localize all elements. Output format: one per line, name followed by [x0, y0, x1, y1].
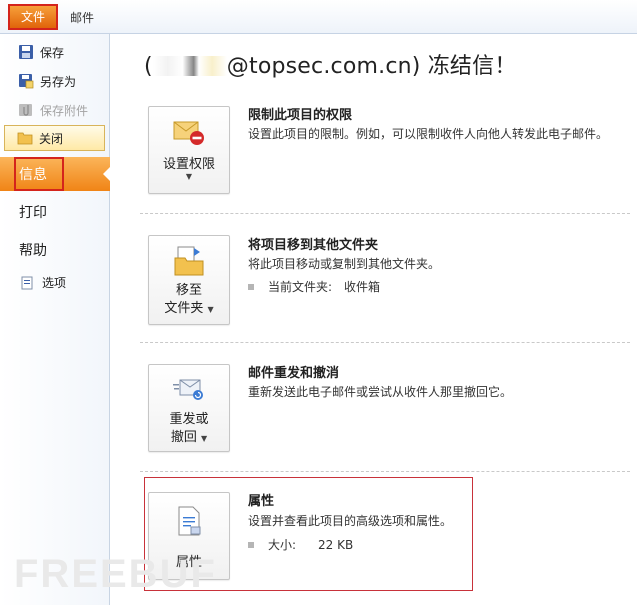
- watermark: FREEBUF: [14, 552, 217, 596]
- resend-section: 重发或 撤回 ▼ 邮件重发和撤消 重新发送此电子邮件或尝试从收件人那里撤回它。: [148, 362, 628, 454]
- save-attachments-label: 保存附件: [40, 103, 89, 118]
- resend-description: 重新发送此电子邮件或尝试从收件人那里撤回它。: [248, 385, 513, 399]
- section-divider: [140, 342, 630, 343]
- resend-label-line1: 重发或: [169, 412, 209, 427]
- properties-section: 属性 属性 设置并查看此项目的高级选项和属性。 大小: 22 KB: [148, 490, 628, 582]
- move-section: 移至 文件夹 ▼ 将项目移到其他文件夹 将此项目移动或复制到其他文件夹。 当前文…: [148, 232, 628, 327]
- title-suffix: @topsec.com.cn) 冻结信！: [226, 54, 517, 79]
- close-command[interactable]: 关闭: [4, 125, 105, 151]
- section-divider: [140, 471, 630, 472]
- tab-file[interactable]: 文件: [8, 4, 58, 30]
- chevron-down-icon: ▼: [185, 172, 193, 181]
- paperclip-icon: [18, 102, 34, 118]
- nav-tab-help[interactable]: 帮助: [0, 233, 110, 267]
- resend-recall-button[interactable]: 重发或 撤回 ▼: [148, 364, 230, 452]
- save-attachments-command: 保存附件: [18, 100, 88, 120]
- title-prefix: (: [144, 54, 153, 79]
- options-label: 选项: [42, 276, 67, 290]
- properties-description: 设置并查看此项目的高级选项和属性。: [248, 514, 453, 528]
- move-description: 将此项目移动或复制到其他文件夹。: [248, 257, 441, 271]
- options-icon: [20, 276, 34, 290]
- resend-label-line2: 撤回: [170, 430, 197, 445]
- permissions-description: 设置此项目的限制。例如，可以限制收件人向他人转发此电子邮件。: [248, 127, 609, 141]
- close-label: 关闭: [39, 131, 64, 146]
- size-value: 22 KB: [318, 537, 354, 552]
- tab-mail[interactable]: 邮件: [70, 9, 94, 26]
- redacted-sender: [152, 56, 227, 76]
- resend-heading: 邮件重发和撤消: [248, 366, 340, 381]
- move-folder-icon: [172, 244, 206, 278]
- move-to-folder-button[interactable]: 移至 文件夹 ▼: [148, 235, 230, 325]
- move-heading: 将项目移到其他文件夹: [248, 238, 379, 253]
- permissions-heading: 限制此项目的权限: [248, 108, 353, 123]
- properties-document-icon: [174, 505, 204, 537]
- floppy-disk-icon: [18, 44, 34, 60]
- chevron-down-icon: ▼: [207, 305, 214, 314]
- move-to-label-line2-wrap: 文件夹 ▼: [149, 300, 229, 319]
- folder-close-icon: [17, 131, 33, 145]
- chevron-down-icon: ▼: [201, 434, 208, 443]
- nav-tab-help-label: 帮助: [19, 243, 47, 259]
- size-label: 大小:: [268, 538, 297, 552]
- current-folder-value: 收件箱: [344, 280, 381, 294]
- set-permissions-button[interactable]: 设置权限 ▼: [148, 106, 230, 194]
- backstage-nav: 保存 另存为 保存附件 关闭 信息 打印 帮助 选项: [0, 34, 111, 605]
- nav-tab-print-label: 打印: [19, 205, 47, 221]
- current-folder-label: 当前文件夹:: [268, 280, 333, 294]
- options-command[interactable]: 选项: [20, 274, 66, 291]
- properties-heading: 属性: [248, 494, 275, 509]
- move-to-label-line1: 移至: [175, 283, 202, 298]
- save-as-icon: [18, 73, 34, 89]
- move-to-label-line2: 文件夹: [164, 301, 204, 316]
- bullet-icon: [248, 541, 254, 548]
- save-as-label: 另存为: [40, 74, 77, 89]
- save-as-command[interactable]: 另存为: [18, 71, 76, 91]
- save-label: 保存: [40, 45, 65, 60]
- info-highlight-box: [14, 157, 64, 191]
- page-title: ( @topsec.com.cn) 冻结信！: [144, 48, 517, 80]
- ribbon-tab-strip: 文件 邮件: [0, 0, 637, 34]
- envelope-restrict-icon: [172, 117, 206, 147]
- bullet-icon: [248, 283, 254, 290]
- current-folder-row: 当前文件夹: 收件箱: [248, 278, 380, 295]
- nav-tab-print[interactable]: 打印: [0, 195, 110, 229]
- size-row: 大小: 22 KB: [248, 536, 353, 553]
- resend-envelope-icon: [172, 375, 206, 405]
- save-command[interactable]: 保存: [18, 42, 64, 62]
- set-permissions-label: 设置权限: [162, 157, 215, 172]
- resend-label-line2-wrap: 撤回 ▼: [149, 429, 229, 448]
- permissions-section: 设置权限 ▼ 限制此项目的权限 设置此项目的限制。例如，可以限制收件人向他人转发…: [148, 104, 628, 196]
- section-divider: [140, 213, 630, 214]
